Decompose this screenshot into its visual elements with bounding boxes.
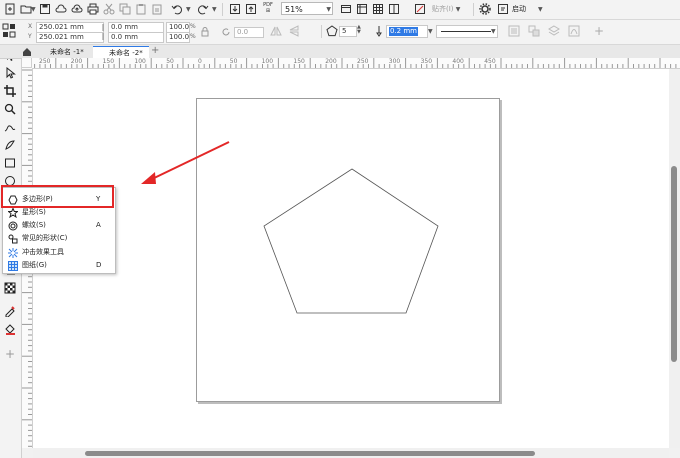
- horizontal-scrollbar-thumb[interactable]: [85, 451, 535, 456]
- ruler-tick-label: 450: [484, 58, 496, 65]
- flyout-label: 常见的形状(C): [22, 234, 68, 242]
- annotation-arrow-line: [149, 141, 230, 181]
- ruler-labels: 250 200 150 100 50 0 50 100 150 200 250 300 350 400 45…: [0, 58, 680, 68]
- graph-paper-icon: [7, 260, 18, 271]
- ruler-tick-label: 250: [357, 58, 369, 65]
- ruler-tick-label: 100: [261, 58, 274, 65]
- flyout-label: 冲击效果工具: [22, 248, 64, 256]
- ruler-tick-label: 300: [388, 58, 401, 65]
- ruler-tick-label: 150: [293, 58, 305, 65]
- ruler-tick-label: 200: [325, 58, 337, 65]
- flyout-shortcut: A: [96, 221, 101, 229]
- flyout-item-graph-paper[interactable]: 图纸(G) D: [3, 259, 115, 272]
- common-shapes-icon: [7, 233, 18, 244]
- ruler-tick-label: 250: [39, 58, 51, 65]
- flyout-item-spiral[interactable]: 螺纹(S) A: [3, 219, 115, 232]
- ruler-tick-label: 350: [420, 58, 433, 65]
- vertical-scrollbar-thumb[interactable]: [671, 166, 677, 362]
- flyout-item-common-shapes[interactable]: 常见的形状(C): [3, 232, 115, 245]
- ruler-tick-label: 150: [102, 58, 115, 65]
- impact-effect-icon: [7, 247, 18, 258]
- ruler-tick-label: 200: [70, 58, 83, 65]
- ruler-tick-label: 100: [134, 58, 146, 65]
- flyout-label: 图纸(G): [22, 261, 47, 269]
- flyout-label: 螺纹(S): [22, 221, 46, 229]
- ruler-tick-label: 50: [229, 58, 238, 65]
- star-icon: [7, 207, 18, 218]
- ruler-tick-label: 0: [198, 58, 202, 65]
- flyout-shortcut: D: [96, 261, 102, 269]
- pentagon-shape[interactable]: [263, 168, 439, 314]
- ruler-tick-label: 50: [166, 58, 174, 65]
- ruler-tick-label: 400: [452, 58, 464, 65]
- flyout-item-impact-effect[interactable]: 冲击效果工具: [3, 246, 115, 259]
- annotation-highlight-box: [1, 185, 114, 208]
- annotation-arrow-head: [141, 172, 156, 184]
- spiral-icon: [7, 220, 18, 231]
